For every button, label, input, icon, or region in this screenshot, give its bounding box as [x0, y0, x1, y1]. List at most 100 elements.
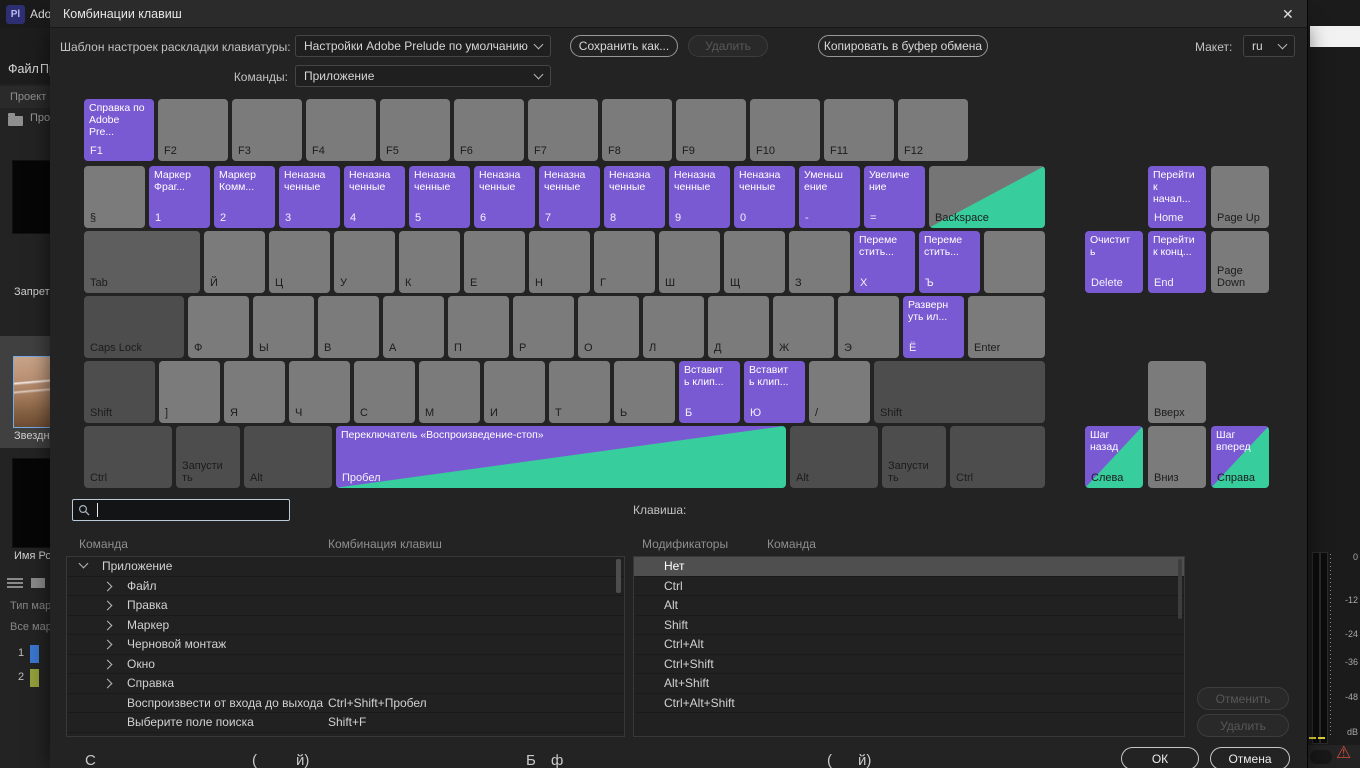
command-row[interactable]: Выберите поле поиска Shift+F — [67, 713, 624, 733]
list-view-icon[interactable] — [7, 578, 23, 588]
keyboard-key[interactable]: / — [809, 361, 870, 423]
keyboard-key[interactable]: Неназна ченные 3 — [279, 166, 340, 228]
keyboard-key[interactable]: F12 — [898, 99, 968, 161]
thumbnail-view-icon[interactable] — [31, 578, 45, 588]
keyboard-key[interactable]: Переме стить... Ъ — [919, 231, 980, 293]
keyboard-key[interactable]: Ctrl — [84, 426, 172, 488]
marker-filter-dropdown[interactable]: Все мар — [10, 621, 52, 633]
keyboard-key[interactable]: Неназна ченные 6 — [474, 166, 535, 228]
keyboard-key[interactable]: Неназна ченные 9 — [669, 166, 730, 228]
keyboard-key[interactable]: Ctrl — [950, 426, 1045, 488]
keyboard-key[interactable]: Неназна ченные 8 — [604, 166, 665, 228]
dialog-close-icon[interactable]: ✕ — [1282, 6, 1294, 23]
keyboard-key[interactable]: Д — [708, 296, 769, 358]
command-row[interactable]: Маркер — [67, 616, 624, 635]
keyboard-key[interactable]: Т — [549, 361, 610, 423]
command-row[interactable]: Файл — [67, 577, 624, 596]
commands-dropdown[interactable]: Приложение — [295, 65, 551, 87]
keyboard-key[interactable]: Ы — [253, 296, 314, 358]
keyboard-key[interactable]: Ф — [188, 296, 249, 358]
chevron-right-icon[interactable] — [102, 678, 113, 689]
keyboard-key[interactable]: Запусти ть — [882, 426, 946, 488]
keyboard-key[interactable]: К — [399, 231, 460, 293]
keyboard-key[interactable]: М — [419, 361, 480, 423]
keyboard-key[interactable]: Ш — [659, 231, 720, 293]
keyboard-key[interactable]: Вставит ь клип... Ю — [744, 361, 805, 423]
keyboard-key[interactable]: Перейти к конц... End — [1148, 231, 1206, 293]
keyboard-key[interactable]: С — [354, 361, 415, 423]
command-row[interactable]: Приложение — [67, 557, 624, 577]
keyboard-key[interactable]: F3 — [232, 99, 302, 161]
keyboard-key[interactable]: Неназна ченные 4 — [344, 166, 405, 228]
keyboard-key[interactable]: F9 — [676, 99, 746, 161]
keyboard-key[interactable]: F10 — [750, 99, 820, 161]
ok-button[interactable]: ОК — [1121, 747, 1199, 768]
remove-shortcut-button[interactable]: Удалить — [1197, 714, 1289, 737]
keyboard-key[interactable]: Переключатель «Воспроизведение-стоп» Проб… — [336, 426, 786, 488]
modifier-row[interactable]: Нет — [634, 557, 1184, 577]
keyboard-key[interactable]: Ц — [269, 231, 330, 293]
layout-dropdown[interactable]: ru — [1243, 35, 1295, 57]
keyboard-key[interactable]: Шаг вперед Справа — [1211, 426, 1269, 488]
keyboard-key[interactable]: ] — [159, 361, 220, 423]
keyboard-key[interactable]: Уменьш ение - — [799, 166, 860, 228]
keyboard-key[interactable]: F8 — [602, 99, 672, 161]
keyboard-key[interactable]: Е — [464, 231, 525, 293]
keyboard-key[interactable]: Вверх — [1148, 361, 1206, 423]
menu-file[interactable]: Файл — [8, 62, 39, 76]
command-row[interactable]: Правка — [67, 596, 624, 616]
keyboard-key[interactable]: Ь — [614, 361, 675, 423]
chevron-right-icon[interactable] — [102, 620, 113, 630]
keyboard-key[interactable]: Ж — [773, 296, 834, 358]
keyboard-key[interactable]: Л — [643, 296, 704, 358]
preset-dropdown[interactable]: Настройки Adobe Prelude по умолчанию — [295, 35, 551, 57]
keyboard-key[interactable]: Маркер Фраг... 1 — [149, 166, 210, 228]
keyboard-key[interactable]: Вставит ь клип... Б — [679, 361, 740, 423]
keyboard-key[interactable]: Р — [513, 296, 574, 358]
command-row[interactable]: Окно — [67, 655, 624, 674]
keyboard-key[interactable]: Неназна ченные 0 — [734, 166, 795, 228]
keyboard-key[interactable]: Й — [204, 231, 265, 293]
modifier-row[interactable]: Alt+Shift — [634, 674, 1184, 694]
keyboard-key[interactable]: Запусти ть — [176, 426, 240, 488]
keyboard-key[interactable]: Я — [224, 361, 285, 423]
copy-to-clipboard-button[interactable]: Копировать в буфер обмена — [818, 35, 988, 57]
keyboard-key[interactable]: Н — [529, 231, 590, 293]
chevron-right-icon[interactable] — [102, 581, 113, 591]
keyboard-key[interactable]: Переме стить... Х — [854, 231, 915, 293]
keyboard-key[interactable]: Ч — [289, 361, 350, 423]
keyboard-key[interactable]: F2 — [158, 99, 228, 161]
keyboard-key[interactable]: Вниз — [1148, 426, 1206, 488]
keyboard-key[interactable]: Неназна ченные 7 — [539, 166, 600, 228]
warning-icon[interactable]: ⚠ — [1336, 743, 1351, 763]
menu-edit-clipped[interactable]: Пр — [40, 62, 50, 76]
keyboard-key[interactable]: Перейти к начал... Home — [1148, 166, 1206, 228]
keyboard-key[interactable]: F4 — [306, 99, 376, 161]
modifier-row[interactable]: Ctrl+Shift — [634, 655, 1184, 674]
keyboard-key[interactable]: F6 — [454, 99, 524, 161]
save-as-button[interactable]: Сохранить как... — [570, 35, 678, 57]
delete-preset-button[interactable]: Удалить — [688, 35, 768, 57]
command-row[interactable]: Справка — [67, 674, 624, 694]
command-row[interactable]: Воспроизвести от входа до выхода Ctrl+Shi… — [67, 694, 624, 713]
keyboard-key[interactable]: F5 — [380, 99, 450, 161]
keyboard-key[interactable]: Неназна ченные 5 — [409, 166, 470, 228]
modifier-row[interactable]: Shift — [634, 616, 1184, 635]
keyboard-key[interactable]: Щ — [724, 231, 785, 293]
keyboard-key[interactable]: О — [578, 296, 639, 358]
modifier-row[interactable]: Ctrl+Alt+Shift — [634, 694, 1184, 713]
keyboard-key[interactable]: Shift — [874, 361, 1045, 423]
keyboard-key[interactable]: Page Down — [1211, 231, 1269, 293]
undo-button[interactable]: Отменить — [1197, 687, 1289, 710]
keyboard-key[interactable]: А — [383, 296, 444, 358]
keyboard-key[interactable]: Alt — [790, 426, 878, 488]
vertical-scrollbar[interactable] — [616, 559, 621, 593]
keyboard-key[interactable]: И — [484, 361, 545, 423]
keyboard-key[interactable]: Backspace — [929, 166, 1045, 228]
keyboard-key[interactable]: Маркер Комм... 2 — [214, 166, 275, 228]
keyboard-key[interactable] — [984, 231, 1045, 293]
keyboard-key[interactable]: F7 — [528, 99, 598, 161]
dialog-titlebar[interactable] — [50, 0, 1307, 28]
modifier-row[interactable]: Ctrl+Alt — [634, 635, 1184, 655]
keyboard-key[interactable]: Разверн уть ил... Ё — [903, 296, 964, 358]
